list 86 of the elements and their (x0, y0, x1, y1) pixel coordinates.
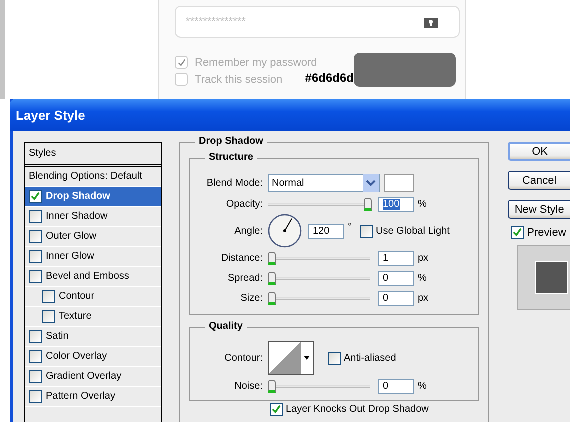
field-label: Noise: (234, 380, 264, 392)
checkbox-label: Use Global Light (376, 226, 450, 236)
slider-thumb[interactable] (268, 272, 276, 285)
style-item[interactable]: Drop Shadow (25, 187, 161, 207)
style-item[interactable]: Contour (25, 287, 161, 307)
shadow-color-swatch[interactable] (384, 174, 414, 192)
group-title: Structure (205, 152, 258, 163)
checkbox-label: Remember my password (195, 56, 318, 68)
unit-label: ° (348, 222, 352, 233)
unit-label: % (418, 380, 427, 392)
checkbox[interactable] (42, 290, 55, 303)
blend-mode-dropdown[interactable]: Normal (268, 174, 380, 192)
checkbox[interactable] (29, 370, 42, 383)
lock-icon (424, 18, 438, 28)
style-label: Bevel and Emboss (46, 271, 130, 282)
style-label: Inner Shadow (46, 211, 108, 222)
style-label: Color Overlay (46, 351, 108, 362)
style-item[interactable]: Inner Glow (25, 247, 161, 267)
style-label: Pattern Overlay (46, 391, 116, 402)
slider-thumb[interactable] (268, 380, 276, 393)
unit-label: px (418, 252, 429, 264)
contour-picker[interactable] (268, 341, 314, 375)
dialog-button[interactable]: Cancel (508, 171, 570, 190)
list-header[interactable]: Styles (25, 143, 161, 167)
field-label: Blend Mode: (206, 178, 264, 188)
style-label: Contour (59, 291, 95, 302)
number-field[interactable]: 0 (378, 270, 414, 286)
style-item[interactable]: Gradient Overlay (25, 367, 161, 387)
slider-thumb[interactable] (364, 198, 372, 211)
style-label: Inner Glow (46, 251, 94, 262)
number-field[interactable]: 0 (378, 378, 414, 394)
field-label: Distance: (220, 252, 264, 264)
style-item[interactable]: Texture (25, 307, 161, 327)
checkbox[interactable] (29, 250, 42, 263)
checkbox[interactable] (29, 270, 42, 283)
field-label: Opacity: (225, 198, 264, 210)
number-field[interactable]: 1 (378, 250, 414, 266)
opacity-field[interactable]: 100 (378, 196, 414, 212)
checkbox[interactable] (328, 352, 341, 364)
slider-thumb[interactable] (268, 292, 276, 305)
checkbox-label: Track this session (195, 74, 283, 86)
dialog-button[interactable]: OK (508, 142, 570, 161)
style-label: Blending Options: Default (29, 171, 142, 182)
checkbox-label: Anti-aliased (344, 352, 396, 364)
checkbox[interactable] (29, 390, 42, 403)
unit-label: px (418, 292, 429, 304)
checkbox[interactable] (270, 403, 283, 416)
angle-dial[interactable] (268, 214, 302, 248)
field-label: Spread: (226, 272, 264, 284)
checkbox[interactable] (29, 330, 42, 343)
style-label: Texture (59, 311, 92, 322)
style-label: Outer Glow (46, 231, 97, 242)
checkbox[interactable] (360, 224, 373, 238)
style-item[interactable]: Bevel and Emboss (25, 267, 161, 287)
color-code: #6d6d6d (305, 71, 354, 85)
checkbox[interactable] (29, 210, 42, 223)
checkbox[interactable] (511, 226, 524, 239)
window-title: Layer Style (16, 108, 86, 122)
checkbox[interactable] (29, 350, 42, 363)
field-label: Size: (240, 292, 264, 304)
caret-icon (304, 356, 310, 360)
style-label: Satin (46, 331, 69, 342)
dialog-button[interactable]: New Style (508, 200, 570, 219)
checkbox[interactable] (42, 310, 55, 323)
section-title: Drop Shadow (195, 136, 268, 147)
preview-square (535, 261, 568, 294)
style-item[interactable]: Outer Glow (25, 227, 161, 247)
slider-thumb[interactable] (268, 252, 276, 265)
checkbox-label: Preview (527, 226, 566, 238)
style-item[interactable]: Color Overlay (25, 347, 161, 367)
field-label: Contour: (224, 352, 264, 364)
checkbox[interactable] (29, 190, 42, 203)
checkbox-label: Layer Knocks Out Drop Shadow (286, 404, 429, 415)
style-item[interactable]: Inner Shadow (25, 207, 161, 227)
group-title: Quality (205, 321, 247, 332)
angle-field[interactable]: 120 (308, 224, 344, 238)
unit-label: % (418, 272, 427, 284)
number-field[interactable]: 0 (378, 290, 414, 306)
unit-label: % (418, 198, 427, 210)
style-label: Gradient Overlay (46, 371, 122, 382)
style-item[interactable]: Satin (25, 327, 161, 347)
style-item[interactable]: Pattern Overlay (25, 387, 161, 407)
style-label: Drop Shadow (46, 191, 110, 202)
checkbox[interactable] (29, 230, 42, 243)
password-field[interactable]: ************** (175, 6, 460, 38)
field-label: Angle: (234, 226, 264, 236)
